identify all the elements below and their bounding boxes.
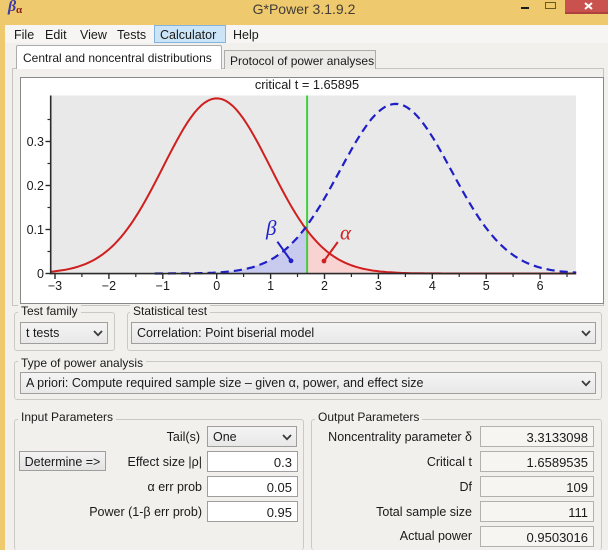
svg-text:β: β — [265, 216, 277, 240]
svg-text:−2: −2 — [102, 279, 116, 293]
svg-text:critical t = 1.65895: critical t = 1.65895 — [255, 78, 359, 92]
svg-text:0.2: 0.2 — [27, 179, 44, 193]
svg-text:3: 3 — [375, 279, 382, 293]
svg-text:0.1: 0.1 — [27, 223, 44, 237]
svg-text:−1: −1 — [156, 279, 170, 293]
svg-text:−3: −3 — [48, 279, 62, 293]
svg-text:α: α — [340, 221, 352, 245]
svg-text:0: 0 — [213, 279, 220, 293]
svg-text:2: 2 — [321, 279, 328, 293]
svg-text:1: 1 — [267, 279, 274, 293]
svg-text:5: 5 — [483, 279, 490, 293]
svg-text:0: 0 — [37, 267, 44, 281]
svg-text:0.3: 0.3 — [27, 135, 44, 149]
svg-text:4: 4 — [429, 279, 436, 293]
svg-text:6: 6 — [537, 279, 544, 293]
